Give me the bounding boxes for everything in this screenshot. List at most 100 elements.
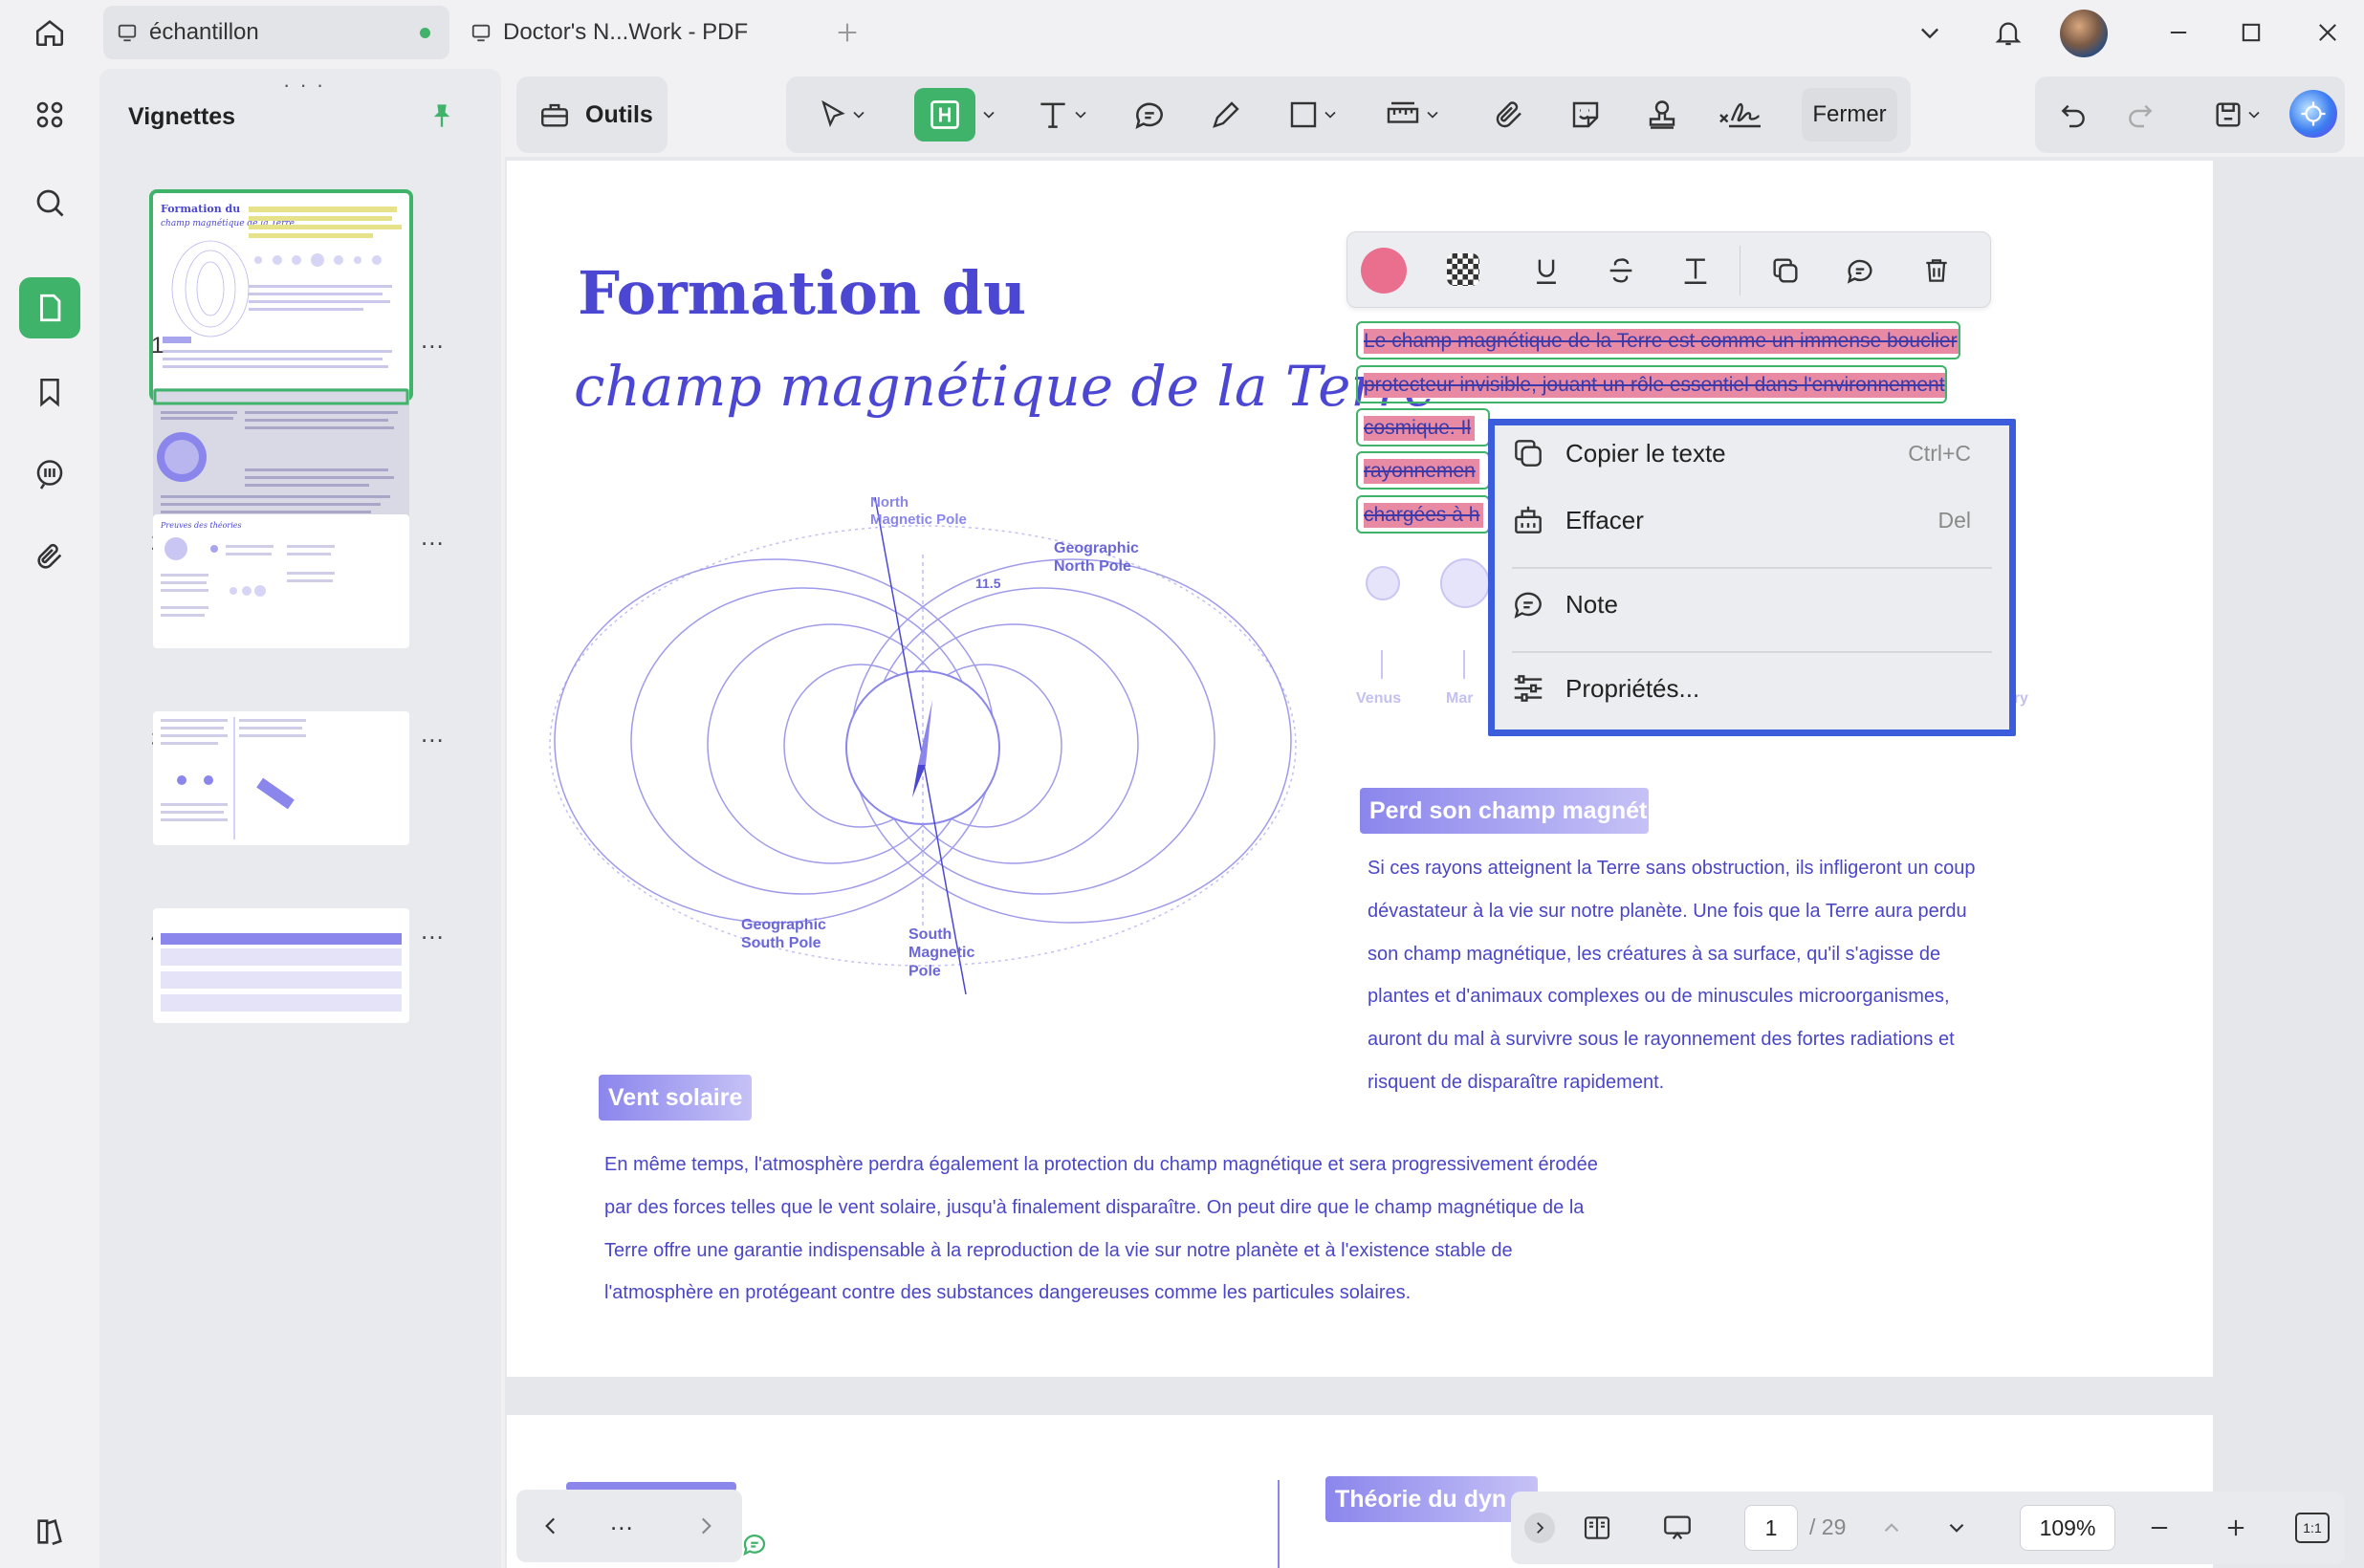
maximize-icon[interactable] [2230,11,2272,54]
highlight-text: Le champ magnétique de la Terre est comm… [1364,329,1959,354]
minimize-icon[interactable] [2157,11,2200,54]
drag-handle[interactable]: · · · [283,73,325,98]
highlight-text: protecteur invisible, jouant un rôle ess… [1364,373,1945,398]
page-more-button[interactable]: ... [421,916,445,946]
highlighted-text-line[interactable]: chargées à h [1356,495,1490,534]
sliders-icon [1510,670,1546,707]
menu-item-label: Propriétés... [1565,674,1700,703]
page2-divider [1278,1480,1280,1568]
more-button[interactable]: ... [610,1507,634,1536]
actual-size-button[interactable]: 1:1 [2295,1513,2330,1543]
pen-tool-icon[interactable] [1197,88,1255,142]
text-line: l'atmosphère en protégeant contre des su… [604,1282,1412,1304]
page-more-button[interactable]: ... [421,719,445,749]
tab-doctors-pdf[interactable]: Doctor's N...Work - PDF [457,6,801,59]
text-line: En même temps, l'atmosphère perdra égale… [604,1154,1598,1175]
label-angle: 11.5 [975,576,1001,591]
layers-icon[interactable] [19,1501,80,1562]
strikethrough-icon[interactable] [1596,248,1646,294]
zoom-out-icon[interactable] [2138,1509,2180,1547]
close-tools-button[interactable]: Fermer [1802,88,1897,142]
page-thumbnail-5[interactable] [153,908,409,1023]
note-icon[interactable] [1835,248,1885,294]
tab-echantillon[interactable]: échantillon [103,6,449,59]
redo-icon[interactable] [2112,88,2169,142]
text-tool-button[interactable] [1021,88,1104,142]
text-line: son champ magnétique, les créatures à sa… [1368,943,1941,965]
copy-icon[interactable] [1761,248,1810,294]
page-number-input[interactable]: 1 [1744,1505,1798,1551]
page-thumbnail-1[interactable]: Formation du champ magnétique de la Terr… [149,189,413,402]
bell-icon[interactable] [1987,10,2029,55]
comment-tool-icon[interactable] [1121,88,1178,142]
label-geographic-south-line: South Pole [741,935,821,951]
menu-item-shortcut: Del [1937,508,1971,533]
page-more-button[interactable]: ... [421,522,445,552]
measure-tool-button[interactable] [1371,88,1454,142]
label-north-magnetic: North [870,494,908,511]
sticker-tool-icon[interactable] [1557,88,1614,142]
text-replace-icon[interactable] [1671,248,1720,294]
left-rail [0,65,99,1568]
zoom-level-input[interactable]: 109% [2020,1505,2115,1551]
highlighted-text-line[interactable]: protecteur invisible, jouant un rôle ess… [1356,365,1947,403]
select-tool-button[interactable] [801,88,884,142]
attach-tool-icon[interactable] [1480,88,1538,142]
save-button[interactable] [2196,88,2280,142]
stamp-tool-icon[interactable] [1633,88,1691,142]
text-line: par des forces telles que le vent solair… [604,1196,1585,1218]
section-tag-solar-wind: Vent solaire [599,1075,752,1121]
tools-button[interactable]: Outils [516,76,668,153]
color-picker-button[interactable] [1361,248,1407,294]
ai-assistant-icon[interactable] [2289,90,2337,138]
menu-item-properties[interactable]: Propriétés... [1495,661,2009,718]
page-thumbnail-4[interactable] [153,711,409,845]
svg-text:SouthMagneticPole: South Magnetic Pole [908,926,974,979]
page-up-icon[interactable] [1872,1509,1911,1547]
trash-icon[interactable] [1912,248,1961,294]
highlight-tool-button[interactable] [914,88,975,142]
label-geographic-south: Geographic [741,917,826,933]
home-icon[interactable] [25,10,75,55]
menu-item-copy-text[interactable]: Copier le texte Ctrl+C [1495,425,2009,483]
menu-item-erase[interactable]: Effacer Del [1495,492,2009,550]
collapse-chevron-icon[interactable] [1524,1513,1555,1543]
comment-bubble-icon[interactable] [738,1528,771,1560]
highlight-text: rayonnemen [1364,459,1479,484]
apps-grid-icon[interactable] [19,84,80,145]
status-bar: 1 / 29 109% 1:1 [1511,1492,2345,1564]
undo-icon[interactable] [2045,88,2102,142]
menu-item-label: Effacer [1565,506,1644,534]
bookmark-icon[interactable] [19,361,80,423]
close-window-icon[interactable] [2307,11,2349,54]
opacity-icon[interactable] [1447,253,1479,286]
signature-tool-icon[interactable] [1706,88,1775,142]
highlighted-text-line[interactable]: cosmique. Il [1356,408,1490,446]
label-south-magnetic-line: Pole [908,963,941,979]
chevron-down-icon[interactable] [977,103,1000,126]
presentation-icon[interactable] [1653,1507,1702,1549]
page-thumbnail-3[interactable]: Preuves des théories [153,514,409,648]
prev-arrow-icon[interactable] [530,1507,572,1545]
page-more-button[interactable]: ... [421,325,445,355]
zoom-in-icon[interactable] [2215,1509,2257,1547]
new-tab-plus-icon[interactable] [828,13,866,52]
comments-icon[interactable] [19,444,80,505]
next-arrow-icon[interactable] [685,1507,727,1545]
shape-tool-button[interactable] [1272,88,1354,142]
avatar[interactable] [2060,10,2108,57]
right-toolbar [2035,76,2345,153]
menu-item-note[interactable]: Note [1495,577,2009,634]
underline-icon[interactable] [1521,248,1571,294]
page-down-icon[interactable] [1937,1509,1976,1547]
page-layout-icon[interactable] [1574,1507,1620,1549]
search-icon[interactable] [19,172,80,233]
document-subtitle: champ magnétique de la Terre [574,354,1437,419]
text-line: dévastateur à la vie sur notre planète. … [1368,900,1967,922]
highlighted-text-line[interactable]: Le champ magnétique de la Terre est comm… [1356,321,1960,359]
thumbnails-page-icon[interactable] [19,277,80,338]
pin-icon[interactable] [423,94,461,138]
attachment-icon[interactable] [19,526,80,587]
highlighted-text-line[interactable]: rayonnemen [1356,451,1490,490]
chevron-down-icon[interactable] [1909,13,1951,52]
